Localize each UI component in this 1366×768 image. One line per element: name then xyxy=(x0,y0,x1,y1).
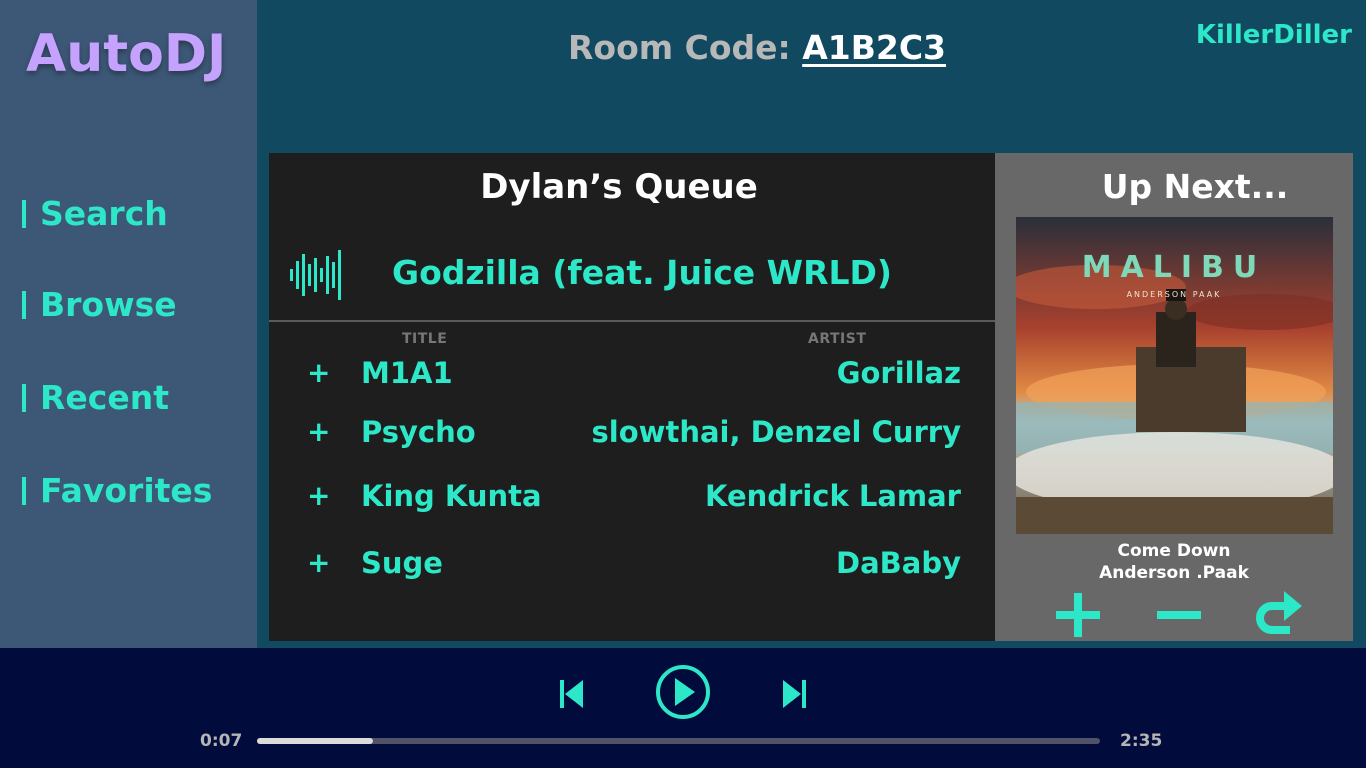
divider xyxy=(269,320,995,322)
now-playing-title: Godzilla (feat. Juice WRLD) xyxy=(392,253,892,292)
up-next-artist: Anderson .Paak xyxy=(1099,563,1249,583)
up-next-song: Come Down xyxy=(1117,541,1231,561)
add-to-queue-button[interactable]: + xyxy=(307,479,330,512)
up-next-panel: Up Next... MALIBU ANDERSON PAAK Come Dow… xyxy=(995,153,1353,641)
skip-previous-icon[interactable] xyxy=(559,678,585,710)
queue-title: Dylan’s Queue xyxy=(480,167,758,207)
minus-icon[interactable] xyxy=(1149,589,1209,641)
song-artist: Kendrick Lamar xyxy=(705,479,961,513)
room-code-label: Room Code: xyxy=(568,28,803,67)
elapsed-time: 0:07 xyxy=(200,731,243,751)
plus-icon[interactable] xyxy=(1048,589,1108,641)
nav-marker xyxy=(22,291,26,319)
song-title: M1A1 xyxy=(361,356,453,390)
up-next-title: Up Next... xyxy=(1101,167,1289,206)
column-header-artist: ARTIST xyxy=(808,331,867,347)
sidebar-item-label: Favorites xyxy=(40,471,213,510)
song-title: Psycho xyxy=(361,415,476,449)
queue-row: + King Kunta Kendrick Lamar xyxy=(269,479,995,519)
column-header-title: TITLE xyxy=(402,331,448,347)
redo-arrow-icon[interactable] xyxy=(1250,589,1310,641)
player-bar: 0:07 2:35 xyxy=(0,648,1366,768)
sidebar: AutoDJ Search Browse Recent Favorites xyxy=(0,0,257,648)
add-to-queue-button[interactable]: + xyxy=(307,415,330,448)
add-to-queue-button[interactable]: + xyxy=(307,356,330,389)
room-code-value[interactable]: A1B2C3 xyxy=(802,28,946,67)
queue-row: + M1A1 Gorillaz xyxy=(269,356,995,396)
cover-artist: ANDERSON PAAK xyxy=(1127,290,1222,299)
total-time: 2:35 xyxy=(1120,731,1163,751)
progress-bar[interactable] xyxy=(257,738,1100,744)
song-artist: Gorillaz xyxy=(836,356,961,390)
sidebar-item-browse[interactable]: Browse xyxy=(22,285,177,324)
room-code: Room Code: A1B2C3 xyxy=(568,28,946,67)
skip-next-icon[interactable] xyxy=(781,678,807,710)
sidebar-item-recent[interactable]: Recent xyxy=(22,378,169,417)
song-title: King Kunta xyxy=(361,479,542,513)
sidebar-item-favorites[interactable]: Favorites xyxy=(22,471,212,510)
sidebar-item-label: Browse xyxy=(40,285,177,324)
nav-marker xyxy=(22,200,26,228)
nav-marker xyxy=(22,384,26,412)
queue-row: + Psycho slowthai, Denzel Curry xyxy=(269,415,995,455)
song-title: Suge xyxy=(361,546,443,580)
song-artist: DaBaby xyxy=(836,546,961,580)
queue-row: + Suge DaBaby xyxy=(269,546,995,586)
play-circle-icon[interactable] xyxy=(655,664,711,720)
progress-fill xyxy=(257,738,374,744)
app-logo: AutoDJ xyxy=(26,24,227,84)
sidebar-item-label: Recent xyxy=(40,378,170,417)
song-artist: slowthai, Denzel Curry xyxy=(591,415,961,449)
album-cover: MALIBU ANDERSON PAAK xyxy=(1016,217,1333,534)
queue-panel: Dylan’s Queue Godzilla (feat. Juice WRLD… xyxy=(269,153,995,641)
sound-wave-icon xyxy=(290,250,341,300)
nav-marker xyxy=(22,477,26,505)
cover-title: MALIBU xyxy=(1082,250,1267,285)
add-to-queue-button[interactable]: + xyxy=(307,546,330,579)
sidebar-item-label: Search xyxy=(40,194,168,233)
username[interactable]: KillerDiller xyxy=(1196,20,1352,50)
sidebar-item-search[interactable]: Search xyxy=(22,194,168,233)
